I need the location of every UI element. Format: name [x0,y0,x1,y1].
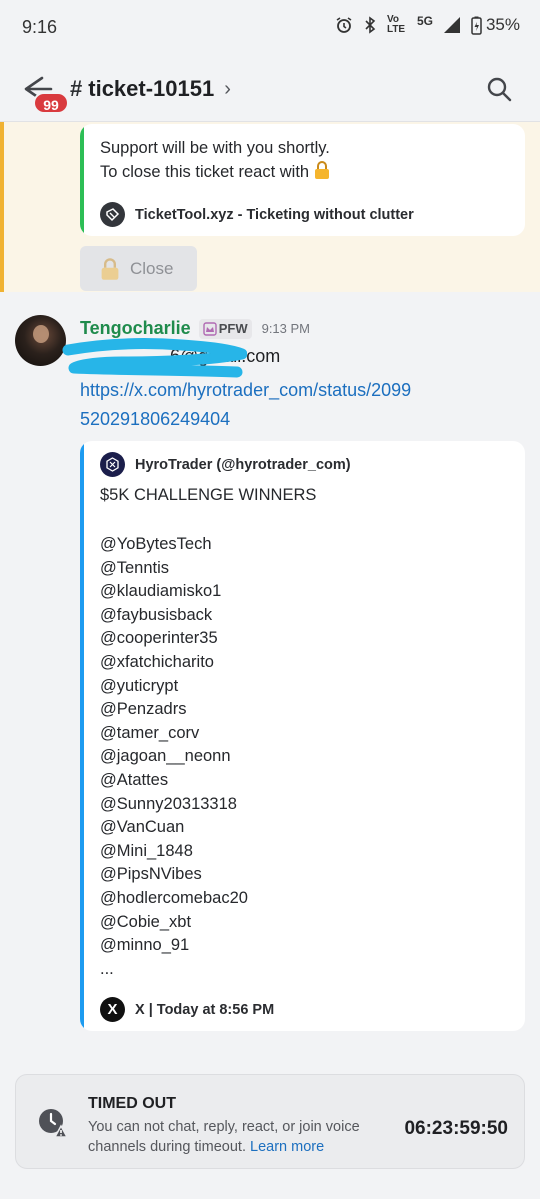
winner-item[interactable]: @tamer_corv [100,722,248,746]
winner-item[interactable]: @Atattes [100,769,248,793]
tweet-author[interactable]: HyroTrader (@hyrotrader_com) [100,452,351,477]
channel-title[interactable]: # ticket-10151 › [70,76,231,102]
status-time: 9:16 [22,17,58,37]
winner-item[interactable]: @YoBytesTech [100,533,248,557]
message-time: 9:13 PM [261,321,311,336]
status-icons: Vo LTE 5G 35% [335,15,520,35]
winner-item[interactable]: @Penzadrs [100,698,248,722]
close-button-label: Close [130,258,174,278]
channel-hash-icon: # [70,76,83,101]
embed-accent-bar [80,441,84,1031]
winner-item[interactable]: @VanCuan [100,816,248,840]
winner-item[interactable]: @Cobie_xbt [100,911,248,935]
winner-item[interactable]: @yuticrypt [100,675,248,699]
winner-item[interactable]: @Sunny20313318 [100,793,248,817]
x-logo-icon: X [100,997,125,1022]
clock-warning-icon [39,1109,68,1138]
lock-icon [101,257,119,280]
search-icon[interactable] [486,76,512,102]
embed-line-2: To close this ticket react with [100,163,310,181]
redaction-scribble [62,338,247,378]
bluetooth-icon [365,16,376,34]
winner-item[interactable]: @Tenntis [100,557,248,581]
winner-item[interactable]: @klaudiamisko1 [100,580,248,604]
winner-item[interactable]: @Mini_1848 [100,840,248,864]
timeout-text: You can not chat, reply, react, or join … [88,1117,378,1157]
signal-icon [443,17,460,33]
tweet-author-name: HyroTrader (@hyrotrader_com) [135,456,351,473]
winner-item[interactable]: @xfatchicharito [100,651,248,675]
battery-icon [471,16,482,35]
winner-item[interactable]: @cooperinter35 [100,627,248,651]
winner-item[interactable]: @jagoan__neonn [100,745,248,769]
embed-footer-text: TicketTool.xyz - Ticketing without clutt… [135,206,414,223]
network-label: Vo LTE [386,14,406,35]
tweet-footer: X X | Today at 8:56 PM [100,997,274,1022]
battery-level: 35% [485,15,520,34]
embed-line-2-wrap: To close this ticket react with [100,160,330,184]
timeout-title: TIMED OUT [88,1095,176,1112]
timeout-timer: 06:23:59:50 [404,1118,508,1139]
embed-line-1: Support will be with you shortly. [100,139,330,157]
bot-embed: Support will be with you shortly. To clo… [80,124,525,236]
tweet-embed: HyroTrader (@hyrotrader_com) $5K CHALLEN… [80,441,525,1031]
hyrotrader-logo-icon [100,452,125,477]
unread-badge: 99 [33,92,69,114]
avatar[interactable] [15,315,66,366]
role-tag-label: PFW [218,321,248,336]
winner-item[interactable]: @PipsNVibes [100,863,248,887]
embed-accent-bar [80,124,84,236]
timeout-banner: TIMED OUT You can not chat, reply, react… [15,1074,525,1169]
lock-icon [314,161,329,179]
tweet-link[interactable]: https://x.com/hyrotrader_com/status/2099… [80,376,420,434]
tickettool-logo-icon [100,202,125,227]
highlight-bar [0,122,4,292]
tweet-title: $5K CHALLENGE WINNERS [100,486,317,504]
alarm-icon [336,17,352,33]
tweet-footer-text: X | Today at 8:56 PM [135,1001,275,1018]
learn-more-link[interactable]: Learn more [250,1139,324,1155]
network-type: 5G [416,14,433,28]
status-bar: 9:16 Vo LTE 5G 35% [0,0,540,56]
crown-icon [203,321,217,336]
winner-item[interactable]: @hodlercomebac20 [100,887,248,911]
embed-footer: TicketTool.xyz - Ticketing without clutt… [100,202,414,227]
winners-list: @YoBytesTech @Tenntis @klaudiamisko1 @faybu… [100,533,248,981]
winner-item[interactable]: @minno_91 [100,934,248,958]
winner-item: ... [100,959,114,978]
embed-description: Support will be with you shortly. To clo… [100,136,330,184]
chevron-right-icon: › [224,77,231,100]
close-ticket-button[interactable]: Close [80,246,197,291]
winner-item[interactable]: @faybusisback [100,604,248,628]
channel-name: ticket-10151 [88,76,215,101]
